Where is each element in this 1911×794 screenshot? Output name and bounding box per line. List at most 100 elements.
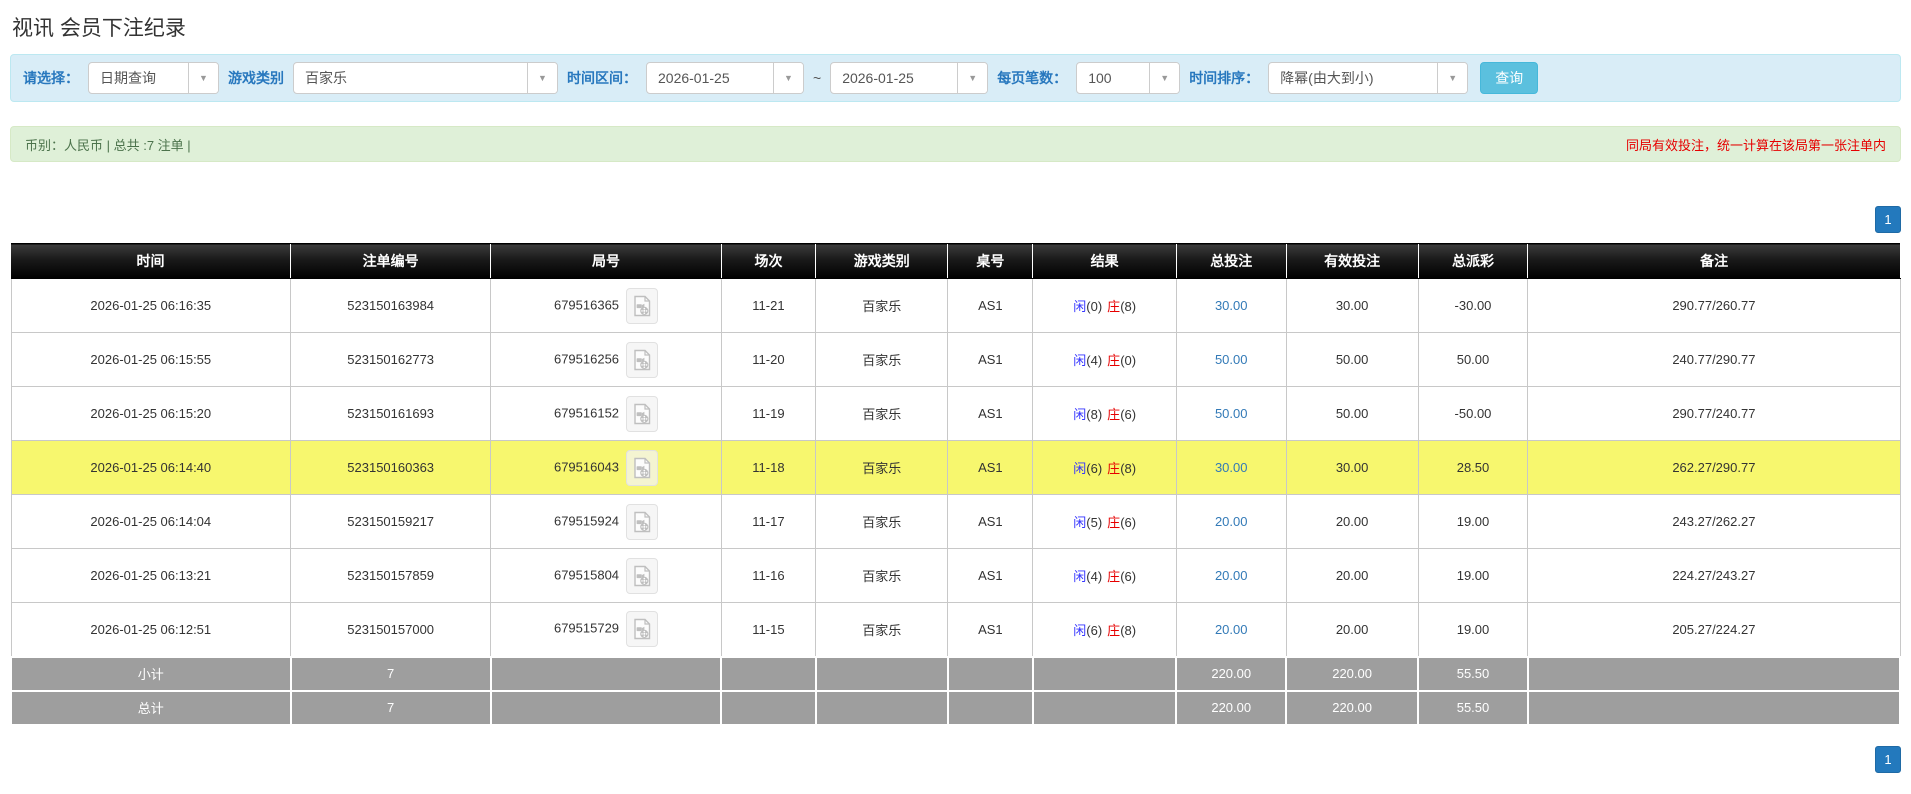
video-file-icon [634,457,651,478]
table-row: 2026-01-25 06:15:55 523150162773 6795162… [10,332,1901,387]
subtotal-valid-bet: 220.00 [1284,655,1420,692]
result-banker-score: (0) [1120,353,1137,368]
result-player-score: (6) [1086,622,1103,638]
chevron-down-icon: ▼ [527,63,557,93]
cell-payout: 19.00 [1417,602,1529,657]
game-type-value: 百家乐 [305,70,347,86]
round-id-text: 679516256 [553,350,620,366]
pagination-bottom: 1 [10,745,1901,773]
result-banker-label: 庄 [1107,353,1121,368]
total-bet-link[interactable]: 20.00 [1215,568,1248,583]
cell-result: 闲(4) 庄(6) [1032,548,1177,603]
time-sort-select[interactable]: 降幂(由大到小) ▼ [1268,62,1469,94]
page-1-button[interactable]: 1 [1875,206,1901,233]
cell-result: 闲(5) 庄(6) [1032,494,1177,549]
time-sort-label: 时间排序： [1189,70,1260,86]
currency-total-text: 币别：人民币 | 总共 :7 注单 | [25,137,191,153]
total-bet-link[interactable]: 50.00 [1215,352,1248,367]
cell-remark: 290.77/260.77 [1527,278,1901,333]
cell-round-id: 679516256 [490,332,722,387]
video-playback-button[interactable] [626,449,659,486]
result-banker-label: 庄 [1107,515,1121,530]
result-banker-score: (6) [1120,407,1137,422]
result-banker-label: 庄 [1107,622,1121,638]
cell-game-type: 百家乐 [815,548,949,603]
video-file-icon [634,403,651,424]
total-bet-link[interactable]: 50.00 [1215,406,1248,421]
cell-valid-bet: 50.00 [1285,332,1419,387]
video-playback-button[interactable] [626,287,659,324]
result-banker-label: 庄 [1107,461,1121,476]
round-id-text: 679516043 [553,458,620,474]
round-id-text: 679516365 [553,296,620,312]
cell-payout: 19.00 [1417,548,1529,603]
result-banker-score: (6) [1120,569,1137,584]
table-row: 2026-01-25 06:14:04 523150159217 6795159… [10,494,1901,549]
cell-session: 11-19 [720,386,817,441]
result-player-score: (4) [1086,569,1103,584]
cell-bet-id: 523150160363 [290,440,492,495]
result-player-score: (4) [1086,353,1103,368]
total-bet-link[interactable]: 20.00 [1215,514,1248,529]
cell-bet-id: 523150159217 [290,494,492,549]
cell-remark: 290.77/240.77 [1527,386,1901,441]
subtotal-payout: 55.50 [1417,655,1529,692]
subtotal-total-bet: 220.00 [1175,655,1287,692]
video-file-icon [634,511,651,532]
cell-table-no: AS1 [947,494,1034,549]
result-player-label: 闲 [1073,622,1087,638]
cell-payout: 50.00 [1417,332,1529,387]
cell-game-type: 百家乐 [815,602,949,657]
cell-table-no: AS1 [947,602,1034,657]
cell-result: 闲(6) 庄(8) [1032,440,1177,495]
result-player-score: (6) [1086,461,1103,476]
query-type-select[interactable]: 日期查询 ▼ [88,62,219,94]
game-type-select[interactable]: 百家乐 ▼ [293,62,558,94]
total-bet-link[interactable]: 30.00 [1215,460,1248,475]
chevron-down-icon: ▼ [773,63,803,93]
cell-remark: 243.27/262.27 [1527,494,1901,549]
cell-payout: -50.00 [1417,386,1529,441]
total-bet-link[interactable]: 30.00 [1215,298,1248,313]
result-banker-label: 庄 [1107,569,1121,584]
date-from-input[interactable]: 2026-01-25 ▼ [646,62,804,94]
video-file-icon [634,565,651,586]
total-bet-link[interactable]: 20.00 [1215,622,1248,637]
col-result: 结果 [1032,243,1177,279]
page-1-button[interactable]: 1 [1875,745,1901,773]
result-player-label: 闲 [1073,461,1087,476]
cell-result: 闲(0) 庄(8) [1032,278,1177,333]
date-to-input[interactable]: 2026-01-25 ▼ [830,62,989,94]
cell-payout: 28.50 [1417,440,1529,495]
cell-total-bet: 50.00 [1175,386,1287,441]
cell-remark: 205.27/224.27 [1527,602,1901,657]
col-game-type: 游戏类别 [815,243,948,279]
grand-total-count: 7 [289,689,492,726]
cell-round-id: 679515924 [490,494,722,549]
video-playback-button[interactable] [626,611,659,648]
cell-total-bet: 50.00 [1175,332,1287,387]
video-playback-button[interactable] [626,557,659,594]
round-id-text: 679516152 [553,404,620,420]
round-id-text: 679515804 [553,566,620,582]
cell-round-id: 679515729 [490,602,722,657]
video-playback-button[interactable] [626,503,659,540]
chevron-down-icon: ▼ [188,63,218,93]
query-type-value: 日期查询 [100,70,156,86]
cell-valid-bet: 20.00 [1285,494,1419,549]
chevron-down-icon: ▼ [1149,63,1180,93]
table-footer: 小计 7 220.00 220.00 55.50 总计 7 220.00 220… [10,655,1902,726]
cell-time: 2026-01-25 06:15:55 [10,332,292,387]
cell-game-type: 百家乐 [815,440,949,495]
result-player-label: 闲 [1073,353,1087,368]
search-button[interactable]: 查询 [1480,62,1539,94]
game-type-label: 游戏类别 [228,70,284,86]
col-bet-id: 注单编号 [290,243,491,279]
cell-bet-id: 523150157859 [290,548,492,603]
video-playback-button[interactable] [626,395,659,432]
video-playback-button[interactable] [626,341,659,378]
page-size-select[interactable]: 100 ▼ [1076,62,1181,94]
date-to-value: 2026-01-25 [842,70,914,86]
result-banker-score: (8) [1120,299,1137,314]
cell-valid-bet: 20.00 [1285,548,1419,603]
